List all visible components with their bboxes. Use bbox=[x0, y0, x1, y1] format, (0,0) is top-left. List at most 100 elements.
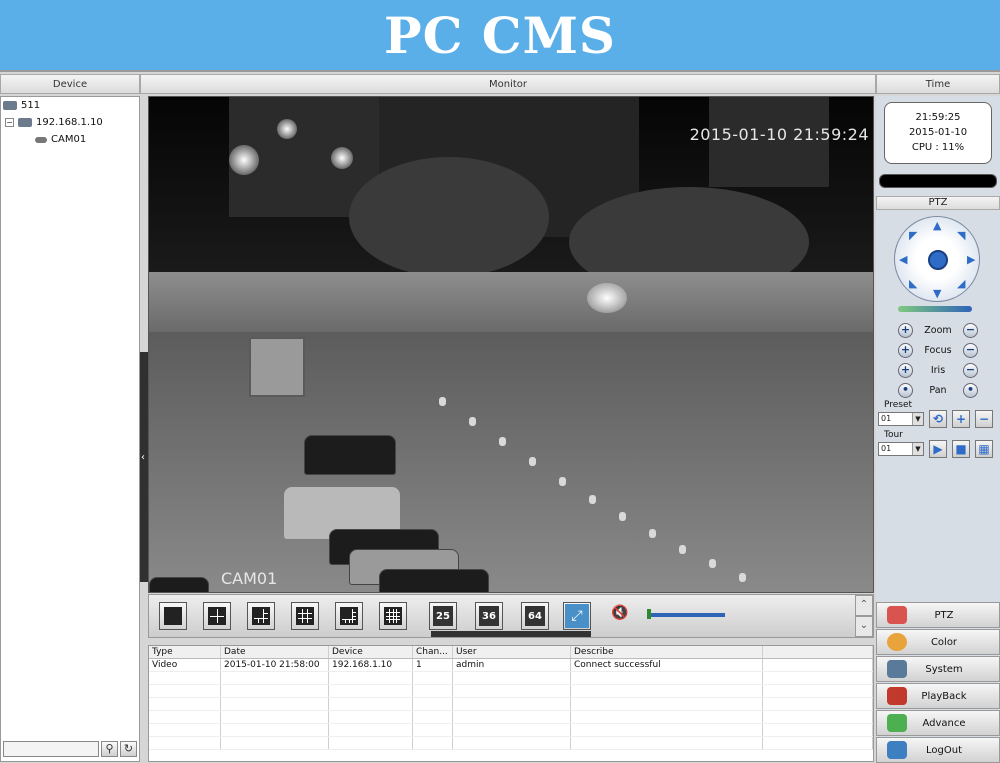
menu-playback-button[interactable]: PlayBack bbox=[876, 683, 1000, 709]
iris-minus-button[interactable]: − bbox=[963, 362, 978, 378]
cms-app: Device Monitor Time 511 − 192.168.1.10 C… bbox=[0, 70, 1000, 763]
menu-advance-button[interactable]: Advance bbox=[876, 710, 1000, 736]
table-row[interactable]: Video 2015-01-10 21:58:00 192.168.1.10 1… bbox=[149, 659, 873, 672]
refresh-icon[interactable]: ↻ bbox=[120, 741, 137, 757]
system-icon bbox=[887, 660, 907, 678]
zoom-control: + Zoom − bbox=[898, 322, 978, 338]
scroll-down-icon[interactable]: ⌄ bbox=[855, 616, 873, 637]
layout-36-button[interactable]: 36 bbox=[475, 602, 503, 630]
ptz-center-button[interactable] bbox=[928, 250, 948, 270]
iris-plus-button[interactable]: + bbox=[898, 362, 913, 378]
clock-box: 21:59:25 2015-01-10 CPU : 11% bbox=[884, 102, 992, 164]
menu-system-button[interactable]: System bbox=[876, 656, 1000, 682]
fullscreen-button[interactable]: ⤢ bbox=[563, 602, 591, 630]
preset-goto-button[interactable]: ⟲ bbox=[929, 410, 947, 428]
panel-collapse-handle[interactable]: ‹ bbox=[140, 352, 148, 582]
layout-6-icon bbox=[252, 607, 270, 625]
bollard bbox=[469, 417, 476, 426]
focus-label: Focus bbox=[924, 344, 952, 356]
log-cell-date: 2015-01-10 21:58:00 bbox=[221, 659, 329, 671]
log-cell-type: Video bbox=[149, 659, 221, 671]
log-panel-handle[interactable] bbox=[431, 631, 591, 637]
bollard bbox=[679, 545, 686, 554]
tour-grid-button[interactable]: ▦ bbox=[975, 440, 993, 458]
focus-plus-button[interactable]: + bbox=[898, 342, 913, 358]
volume-slider-knob[interactable] bbox=[647, 609, 651, 619]
table-row-empty bbox=[149, 672, 873, 685]
arrow-left-icon[interactable]: ◀ bbox=[899, 253, 907, 266]
pan-start-button[interactable]: • bbox=[898, 382, 913, 398]
table-row-empty bbox=[149, 737, 873, 750]
dvr-icon bbox=[18, 118, 32, 127]
log-header-device[interactable]: Device bbox=[329, 646, 413, 658]
arrow-down-icon[interactable]: ▼ bbox=[933, 287, 941, 300]
color-icon bbox=[887, 633, 907, 651]
preset-value: 01 bbox=[881, 414, 892, 423]
log-header-type[interactable]: Type bbox=[149, 646, 221, 658]
arrow-down-right-icon[interactable]: ◢ bbox=[957, 277, 965, 290]
menu-ptz-button[interactable]: PTZ bbox=[876, 602, 1000, 628]
preset-delete-button[interactable]: − bbox=[975, 410, 993, 428]
preset-select[interactable]: 01 ▼ bbox=[878, 412, 924, 426]
log-header-describe[interactable]: Describe bbox=[571, 646, 763, 658]
device-search-input[interactable] bbox=[3, 741, 99, 757]
layout-36-icon: 36 bbox=[479, 606, 499, 626]
tour-play-button[interactable]: ▶ bbox=[929, 440, 947, 458]
tree-root[interactable]: 511 bbox=[3, 100, 40, 111]
arrow-right-icon[interactable]: ▶ bbox=[967, 253, 975, 266]
layout-64-button[interactable]: 64 bbox=[521, 602, 549, 630]
volume-slider[interactable] bbox=[647, 613, 725, 617]
log-header-channel[interactable]: Chan... bbox=[413, 646, 453, 658]
layout-8-button[interactable] bbox=[335, 602, 363, 630]
collapse-icon[interactable]: − bbox=[5, 118, 14, 127]
headlight-glow bbox=[587, 283, 627, 313]
log-cell-channel: 1 bbox=[413, 659, 453, 671]
menu-color-button[interactable]: Color bbox=[876, 629, 1000, 655]
log-header-date[interactable]: Date bbox=[221, 646, 329, 658]
status-bar bbox=[879, 174, 997, 188]
tour-stop-button[interactable]: ■ bbox=[952, 440, 970, 458]
ptz-speed-slider[interactable] bbox=[898, 306, 972, 312]
network-icon bbox=[3, 101, 17, 110]
pan-stop-button[interactable]: • bbox=[963, 382, 978, 398]
arrow-up-icon[interactable]: ▲ bbox=[933, 219, 941, 232]
video-trees bbox=[349, 157, 549, 277]
tree-dvr[interactable]: − 192.168.1.10 bbox=[5, 117, 103, 128]
layout-64-icon: 64 bbox=[525, 606, 545, 626]
zoom-label: Zoom bbox=[924, 324, 952, 336]
menu-logout-button[interactable]: LogOut bbox=[876, 737, 1000, 763]
zoom-out-button[interactable]: − bbox=[963, 322, 978, 338]
chevron-down-icon: ▼ bbox=[912, 443, 923, 455]
tree-camera[interactable]: CAM01 bbox=[35, 134, 86, 145]
layout-16-button[interactable] bbox=[379, 602, 407, 630]
preset-add-button[interactable]: + bbox=[952, 410, 970, 428]
zoom-in-button[interactable]: + bbox=[898, 322, 913, 338]
focus-minus-button[interactable]: − bbox=[963, 342, 978, 358]
menu-ptz-label: PTZ bbox=[934, 609, 954, 621]
tour-select[interactable]: 01 ▼ bbox=[878, 442, 924, 456]
layout-1-button[interactable] bbox=[159, 602, 187, 630]
banner: PC CMS bbox=[0, 0, 1000, 70]
video-view[interactable]: 2015-01-10 21:59:24 CAM01 bbox=[148, 96, 874, 593]
ptz-direction-pad[interactable]: ▲ ▼ ◀ ▶ ◤ ◥ ◣ ◢ bbox=[894, 216, 980, 302]
arrow-down-left-icon[interactable]: ◣ bbox=[909, 277, 917, 290]
search-icon[interactable]: ⚲ bbox=[101, 741, 118, 757]
scroll-up-icon[interactable]: ⌃ bbox=[855, 595, 873, 616]
layout-6-button[interactable] bbox=[247, 602, 275, 630]
layout-25-button[interactable]: 25 bbox=[429, 602, 457, 630]
layout-4-button[interactable] bbox=[203, 602, 231, 630]
arrow-up-left-icon[interactable]: ◤ bbox=[909, 229, 917, 242]
speaker-mute-icon[interactable]: 🔇 bbox=[611, 605, 635, 627]
iris-label: Iris bbox=[930, 364, 946, 376]
monitor-column-header: Monitor bbox=[140, 74, 876, 94]
time-column-header: Time bbox=[876, 74, 1000, 94]
arrow-up-right-icon[interactable]: ◥ bbox=[957, 229, 965, 242]
layout-9-button[interactable] bbox=[291, 602, 319, 630]
layout-16-icon bbox=[384, 607, 402, 625]
log-header-user[interactable]: User bbox=[453, 646, 571, 658]
log-header-row: Type Date Device Chan... User Describe bbox=[149, 646, 873, 659]
device-column-header: Device bbox=[0, 74, 140, 94]
clock-date: 2015-01-10 bbox=[908, 127, 968, 138]
focus-control: + Focus − bbox=[898, 342, 978, 358]
table-row-empty bbox=[149, 685, 873, 698]
